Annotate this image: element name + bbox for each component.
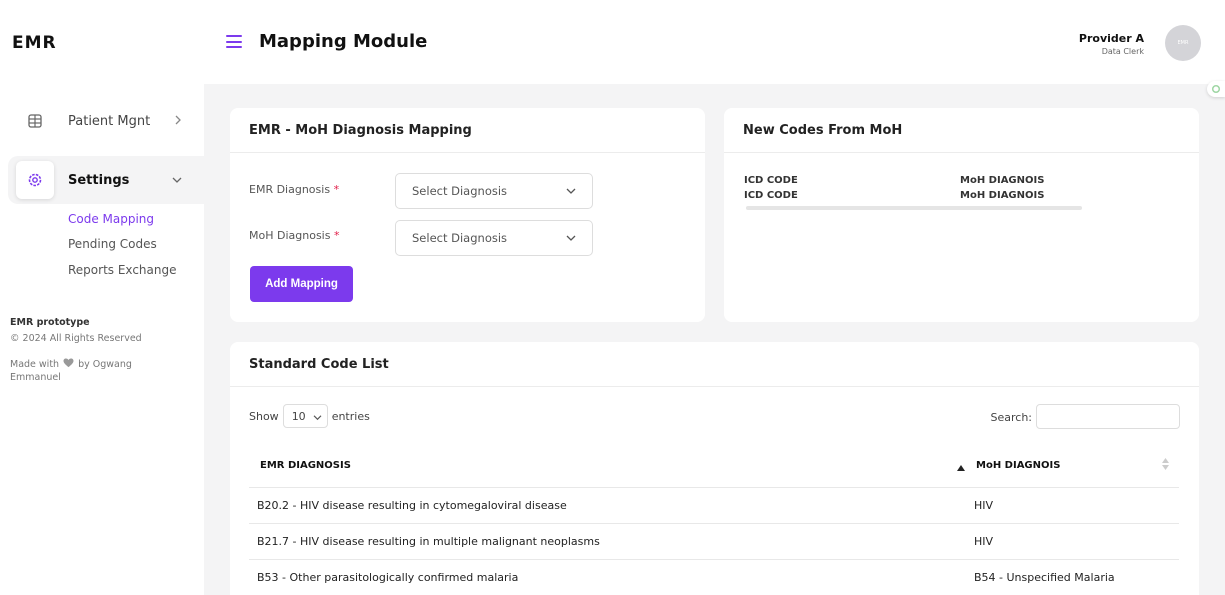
sidebar-subitem-pending-codes[interactable]: Pending Codes xyxy=(68,237,157,251)
footer-app-name: EMR prototype xyxy=(10,317,90,328)
emr-diagnosis-placeholder: Select Diagnosis xyxy=(412,184,508,198)
footer-author-last: Emmanuel xyxy=(10,372,61,383)
avatar[interactable]: EMR xyxy=(1165,25,1201,61)
chevron-down-icon xyxy=(313,411,322,424)
top-header: Mapping Module Provider A Data Clerk EMR xyxy=(204,0,1225,84)
sidebar-item-label: Settings xyxy=(68,172,130,188)
chevron-down-icon xyxy=(566,231,576,245)
user-role: Data Clerk xyxy=(1101,47,1144,56)
hamburger-menu-icon[interactable] xyxy=(226,35,242,52)
entries-value: 10 xyxy=(291,409,306,423)
emr-diagnosis-label: EMR Diagnosis * xyxy=(249,183,339,196)
standard-code-list-title: Standard Code List xyxy=(230,342,1199,387)
table-cell-emr: B21.7 - HIV disease resulting in multipl… xyxy=(257,535,600,548)
customizer-toggle-icon[interactable] xyxy=(1207,81,1225,97)
table-divider xyxy=(249,487,1179,488)
sidebar: EMR Patient Mgnt Settings Code Mapping P… xyxy=(0,0,204,595)
emr-diagnosis-label-text: EMR Diagnosis xyxy=(249,183,331,196)
new-code-diagnosis: MoH DIAGNOIS xyxy=(960,175,1045,186)
emr-diagnosis-select[interactable]: Select Diagnosis xyxy=(395,173,593,209)
new-code-icd: ICD CODE xyxy=(744,190,798,201)
column-header-moh-diagnosis[interactable]: MoH DIAGNOIS xyxy=(976,460,1060,471)
gear-icon xyxy=(16,161,54,199)
entries-label: entries xyxy=(331,409,370,423)
sidebar-subitem-reports-exchange[interactable]: Reports Exchange xyxy=(68,263,176,277)
required-mark: * xyxy=(333,183,340,196)
table-cell-moh: B54 - Unspecified Malaria xyxy=(974,571,1115,584)
add-mapping-button[interactable]: Add Mapping xyxy=(250,266,353,302)
new-code-diagnosis: MoH DIAGNOIS xyxy=(960,190,1045,201)
search-input[interactable] xyxy=(1036,404,1180,429)
show-label: Show xyxy=(249,409,279,423)
sidebar-item-settings[interactable]: Settings xyxy=(8,156,204,204)
table-divider xyxy=(249,559,1179,560)
user-name: Provider A xyxy=(1078,32,1144,45)
sidebar-item-patient-mgnt[interactable]: Patient Mgnt xyxy=(8,97,204,145)
chevron-down-icon xyxy=(566,184,576,198)
moh-diagnosis-select[interactable]: Select Diagnosis xyxy=(395,220,593,256)
grid-icon xyxy=(16,102,54,140)
horizontal-scrollbar[interactable] xyxy=(746,206,1082,210)
moh-diagnosis-placeholder: Select Diagnosis xyxy=(412,231,508,245)
standard-code-list-card: Standard Code List Show 10 entries Searc… xyxy=(230,342,1199,595)
moh-diagnosis-label: MoH Diagnosis * xyxy=(249,229,339,242)
sort-asc-icon[interactable] xyxy=(957,460,965,474)
footer-credit: Made with by Ogwang xyxy=(10,358,132,371)
new-codes-card: New Codes From MoH ICD CODE MoH DIAGNOIS… xyxy=(724,108,1199,322)
mapping-form-title: EMR - MoH Diagnosis Mapping xyxy=(230,108,705,153)
search-label: Search: xyxy=(990,411,1033,424)
mapping-form-card: EMR - MoH Diagnosis Mapping EMR Diagnosi… xyxy=(230,108,705,322)
table-divider xyxy=(249,523,1179,524)
chevron-down-icon xyxy=(172,174,182,187)
table-cell-emr: B20.2 - HIV disease resulting in cytomeg… xyxy=(257,499,567,512)
required-mark: * xyxy=(333,229,340,242)
entries-select[interactable]: 10 xyxy=(282,404,328,428)
sidebar-item-label: Patient Mgnt xyxy=(68,113,151,129)
heart-icon xyxy=(63,358,74,371)
entries-length-control: Show 10 entries xyxy=(249,404,370,428)
table-cell-moh: HIV xyxy=(974,499,994,512)
column-header-emr-diagnosis[interactable]: EMR DIAGNOSIS xyxy=(260,460,351,471)
footer-author-first: by Ogwang xyxy=(78,359,132,370)
page-title: Mapping Module xyxy=(259,31,428,52)
table-cell-moh: HIV xyxy=(974,535,994,548)
table-cell-emr: B53 - Other parasitologically confirmed … xyxy=(257,571,519,584)
moh-diagnosis-label-text: MoH Diagnosis xyxy=(249,229,331,242)
new-code-icd: ICD CODE xyxy=(744,175,798,186)
sort-both-icon[interactable] xyxy=(1162,458,1169,473)
sidebar-subitem-code-mapping[interactable]: Code Mapping xyxy=(68,212,154,226)
footer-made-with: Made with xyxy=(10,359,60,370)
new-codes-title: New Codes From MoH xyxy=(724,108,1199,153)
chevron-right-icon xyxy=(174,115,182,128)
app-logo[interactable]: EMR xyxy=(12,33,57,53)
footer-copyright: © 2024 All Rights Reserved xyxy=(10,333,142,344)
